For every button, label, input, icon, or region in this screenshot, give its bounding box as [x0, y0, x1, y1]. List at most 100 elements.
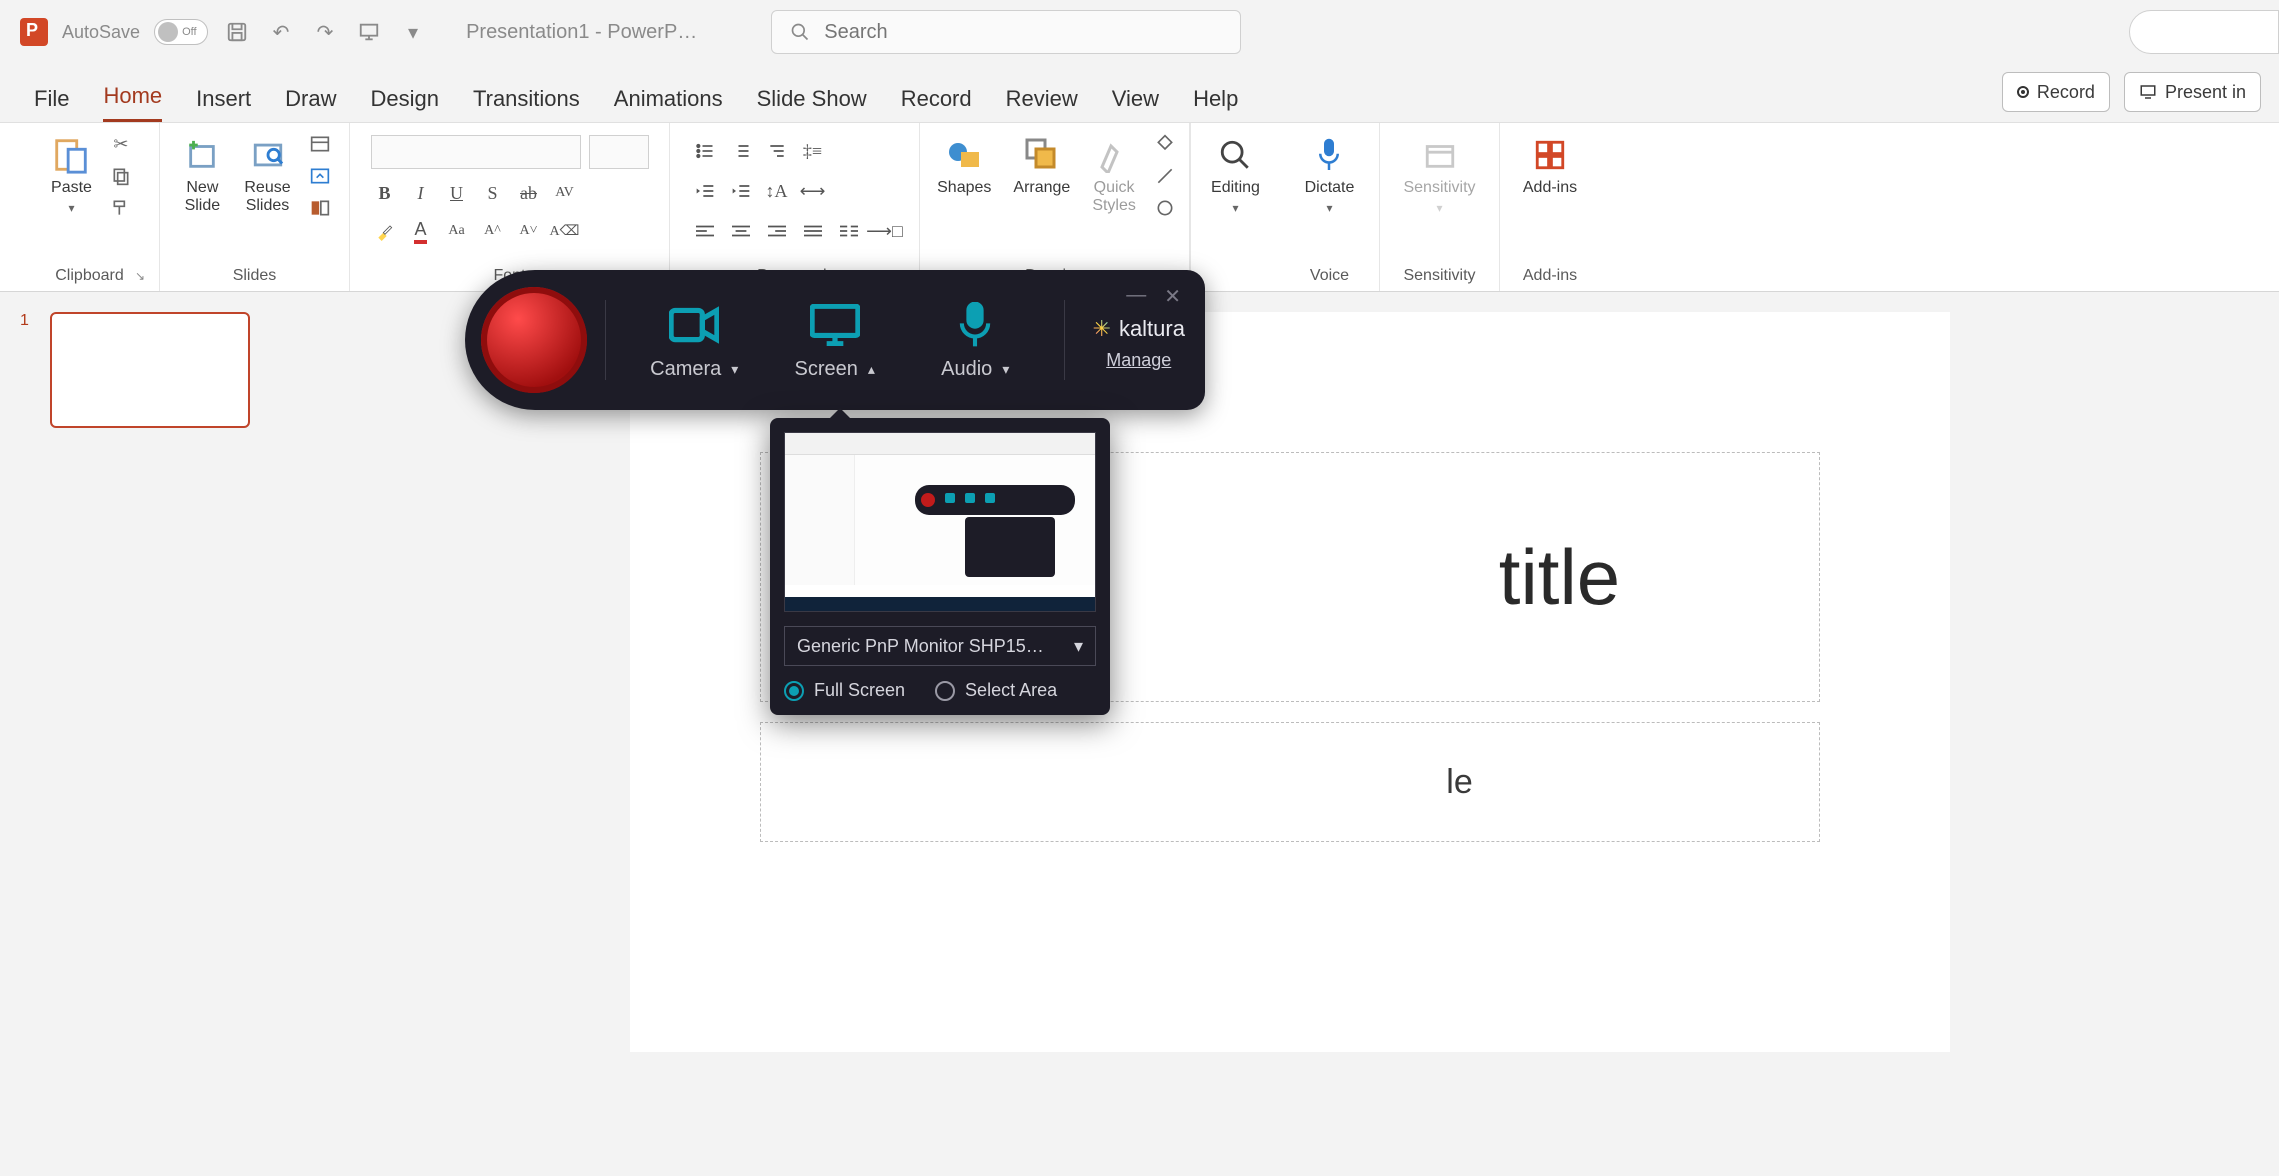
shrink-font-button[interactable]: A˅ [515, 217, 543, 245]
align-right-button[interactable] [763, 217, 791, 245]
present-button[interactable]: Present in [2124, 72, 2261, 112]
select-area-radio[interactable]: Select Area [935, 680, 1057, 701]
dictate-label: Dictate [1305, 179, 1355, 197]
monitor-select[interactable]: Generic PnP Monitor SHP15… ▾ [784, 626, 1096, 666]
thumbnail-pane[interactable]: 1 [0, 292, 300, 1176]
close-icon[interactable]: ✕ [1164, 284, 1181, 309]
record-button[interactable]: Record [2002, 72, 2110, 112]
underline-button[interactable]: U [443, 179, 471, 207]
bold-button[interactable]: B [371, 179, 399, 207]
paste-button[interactable]: Paste ▾ [45, 131, 98, 219]
dictate-button[interactable]: Dictate ▾ [1299, 131, 1361, 219]
tab-slide-show[interactable]: Slide Show [757, 86, 867, 122]
camera-toggle[interactable]: Camera▾ [624, 300, 765, 381]
shapes-icon [944, 135, 984, 175]
screen-preview[interactable] [784, 432, 1096, 612]
tab-draw[interactable]: Draw [285, 86, 336, 122]
italic-button[interactable]: I [407, 179, 435, 207]
radio-selected-icon [784, 681, 804, 701]
shapes-button[interactable]: Shapes [931, 131, 997, 201]
char-spacing-button[interactable]: AV [551, 179, 579, 207]
align-left-button[interactable] [691, 217, 719, 245]
sensitivity-button[interactable]: Sensitivity ▾ [1397, 131, 1481, 219]
tab-design[interactable]: Design [371, 86, 439, 122]
quick-styles-button[interactable]: Quick Styles [1086, 131, 1142, 219]
increase-indent-button[interactable] [727, 177, 755, 205]
font-size-combo[interactable] [589, 135, 649, 169]
screen-toggle[interactable]: Screen▴ [765, 300, 906, 381]
line-spacing-button[interactable]: ‡≡ [799, 137, 827, 165]
subtitle-placeholder[interactable]: le [760, 722, 1820, 842]
layout-icon[interactable] [307, 131, 333, 157]
tab-animations[interactable]: Animations [614, 86, 723, 122]
cut-icon[interactable]: ✂ [108, 131, 134, 157]
smartart-button[interactable]: ⟶□ [871, 217, 899, 245]
font-name-combo[interactable] [371, 135, 581, 169]
editing-button[interactable]: Editing ▾ [1205, 131, 1266, 219]
kaltura-recorder-bar[interactable]: Camera▾ Screen▴ Audio▾ ✳kaltura Manage —… [465, 270, 1205, 410]
minimize-icon[interactable]: — [1126, 284, 1146, 309]
bullets-button[interactable] [691, 137, 719, 165]
account-area[interactable] [2129, 10, 2279, 54]
qat-overflow-icon[interactable]: ▾ [398, 17, 428, 47]
arrange-button[interactable]: Arrange [1007, 131, 1076, 201]
kaltura-logo: ✳kaltura [1093, 316, 1185, 342]
search-box[interactable] [771, 10, 1241, 54]
radio-unselected-icon [935, 681, 955, 701]
tab-transitions[interactable]: Transitions [473, 86, 580, 122]
group-editing: Editing ▾ . [1190, 123, 1280, 291]
format-painter-icon[interactable] [108, 195, 134, 221]
text-direction-button[interactable]: ↕A [763, 177, 791, 205]
align-center-button[interactable] [727, 217, 755, 245]
align-text-button[interactable]: ⟷ [799, 177, 827, 205]
sensitivity-label: Sensitivity [1403, 179, 1475, 197]
tab-insert[interactable]: Insert [196, 86, 251, 122]
screen-source-popup: Generic PnP Monitor SHP15… ▾ Full Screen… [770, 418, 1110, 715]
dialog-launcher-icon[interactable]: ↘ [135, 269, 145, 283]
full-screen-radio[interactable]: Full Screen [784, 680, 905, 701]
shape-outline-icon[interactable] [1152, 163, 1178, 189]
numbering-button[interactable] [727, 137, 755, 165]
manage-link[interactable]: Manage [1106, 350, 1171, 371]
strikethrough-button[interactable]: ab [515, 179, 543, 207]
select-area-label: Select Area [965, 680, 1057, 701]
list-level-button[interactable] [763, 137, 791, 165]
chevron-down-icon: ▾ [1074, 636, 1083, 657]
tab-file[interactable]: File [34, 86, 69, 122]
arrange-label: Arrange [1013, 179, 1070, 197]
shadow-button[interactable]: S [479, 179, 507, 207]
undo-icon[interactable]: ↶ [266, 17, 296, 47]
monitor-name: Generic PnP Monitor SHP15… [797, 636, 1044, 657]
shape-fill-icon[interactable] [1152, 131, 1178, 157]
addins-button[interactable]: Add-ins [1517, 131, 1583, 201]
change-case-button[interactable]: Aa [443, 217, 471, 245]
tab-home[interactable]: Home [103, 83, 162, 122]
new-slide-button[interactable]: New Slide [176, 131, 228, 219]
reuse-slides-button[interactable]: Reuse Slides [238, 131, 296, 219]
redo-icon[interactable]: ↷ [310, 17, 340, 47]
from-beginning-icon[interactable] [354, 17, 384, 47]
tab-review[interactable]: Review [1006, 86, 1078, 122]
record-button[interactable] [481, 287, 587, 393]
autosave-toggle[interactable]: Off [154, 19, 208, 45]
copy-icon[interactable] [108, 163, 134, 189]
decrease-indent-button[interactable] [691, 177, 719, 205]
slide-thumbnail-1[interactable] [50, 312, 250, 428]
addins-label: Add-ins [1523, 179, 1577, 197]
clear-format-button[interactable]: A⌫ [551, 217, 579, 245]
tab-help[interactable]: Help [1193, 86, 1238, 122]
section-icon[interactable] [307, 195, 333, 221]
tab-record[interactable]: Record [901, 86, 972, 122]
columns-button[interactable] [835, 217, 863, 245]
justify-button[interactable] [799, 217, 827, 245]
audio-toggle[interactable]: Audio▾ [905, 300, 1046, 381]
font-color-button[interactable]: A [407, 217, 435, 245]
tab-view[interactable]: View [1112, 86, 1159, 122]
save-icon[interactable] [222, 17, 252, 47]
chevron-down-icon: ▾ [1232, 201, 1238, 215]
highlight-button[interactable] [371, 217, 399, 245]
reset-icon[interactable] [307, 163, 333, 189]
shape-effects-icon[interactable] [1152, 195, 1178, 221]
grow-font-button[interactable]: A^ [479, 217, 507, 245]
search-input[interactable] [824, 21, 1222, 44]
